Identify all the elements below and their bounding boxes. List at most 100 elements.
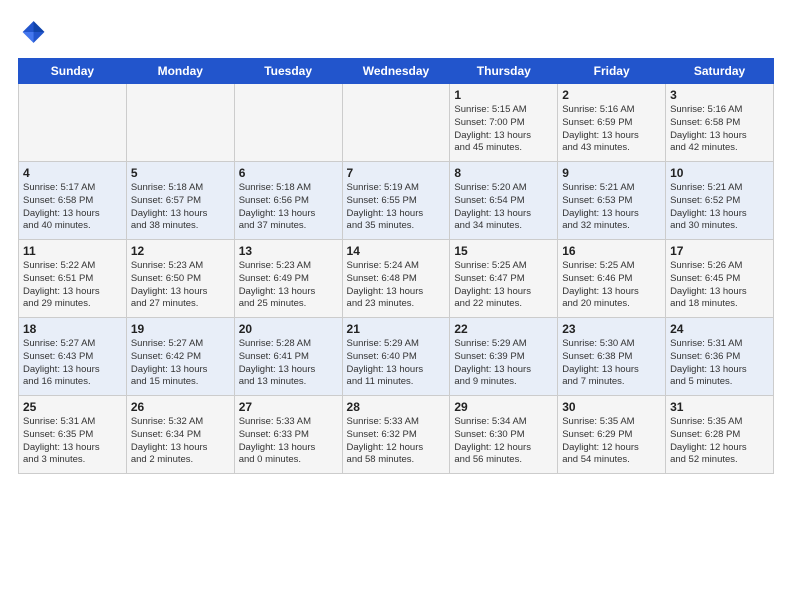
header-day-saturday: Saturday — [666, 59, 774, 84]
calendar-cell: 15 Sunrise: 5:25 AM Sunset: 6:47 PM Dayli… — [450, 240, 558, 318]
day-info: Sunrise: 5:33 AM Sunset: 6:32 PM Dayligh… — [347, 416, 446, 467]
calendar-cell: 22 Sunrise: 5:29 AM Sunset: 6:39 PM Dayli… — [450, 318, 558, 396]
day-number: 29 — [454, 400, 553, 414]
day-info: Sunrise: 5:24 AM Sunset: 6:48 PM Dayligh… — [347, 260, 446, 311]
page: SundayMondayTuesdayWednesdayThursdayFrid… — [0, 0, 792, 484]
day-number: 13 — [239, 244, 338, 258]
calendar-cell: 23 Sunrise: 5:30 AM Sunset: 6:38 PM Dayli… — [558, 318, 666, 396]
week-row-3: 11 Sunrise: 5:22 AM Sunset: 6:51 PM Dayli… — [19, 240, 774, 318]
calendar-cell: 12 Sunrise: 5:23 AM Sunset: 6:50 PM Dayli… — [126, 240, 234, 318]
day-info: Sunrise: 5:21 AM Sunset: 6:52 PM Dayligh… — [670, 182, 769, 233]
week-row-5: 25 Sunrise: 5:31 AM Sunset: 6:35 PM Dayli… — [19, 396, 774, 474]
calendar-cell: 3Sunrise: 5:16 AM Sunset: 6:58 PM Daylig… — [666, 84, 774, 162]
calendar-cell: 18Sunrise: 5:27 AM Sunset: 6:43 PM Dayli… — [19, 318, 127, 396]
day-number: 17 — [670, 244, 769, 258]
day-info: Sunrise: 5:33 AM Sunset: 6:33 PM Dayligh… — [239, 416, 338, 467]
day-number: 22 — [454, 322, 553, 336]
calendar-cell: 4 Sunrise: 5:17 AM Sunset: 6:58 PM Daylig… — [19, 162, 127, 240]
day-number: 15 — [454, 244, 553, 258]
day-number: 9 — [562, 166, 661, 180]
header-day-thursday: Thursday — [450, 59, 558, 84]
day-info: Sunrise: 5:15 AM Sunset: 7:00 PM Dayligh… — [454, 104, 553, 155]
calendar-cell: 7 Sunrise: 5:19 AM Sunset: 6:55 PM Daylig… — [342, 162, 450, 240]
day-number: 16 — [562, 244, 661, 258]
week-row-4: 18Sunrise: 5:27 AM Sunset: 6:43 PM Dayli… — [19, 318, 774, 396]
day-info: Sunrise: 5:35 AM Sunset: 6:28 PM Dayligh… — [670, 416, 769, 467]
day-number: 5 — [131, 166, 230, 180]
calendar-cell: 9Sunrise: 5:21 AM Sunset: 6:53 PM Daylig… — [558, 162, 666, 240]
day-number: 6 — [239, 166, 338, 180]
day-info: Sunrise: 5:18 AM Sunset: 6:56 PM Dayligh… — [239, 182, 338, 233]
day-info: Sunrise: 5:34 AM Sunset: 6:30 PM Dayligh… — [454, 416, 553, 467]
calendar-cell: 8Sunrise: 5:20 AM Sunset: 6:54 PM Daylig… — [450, 162, 558, 240]
day-info: Sunrise: 5:28 AM Sunset: 6:41 PM Dayligh… — [239, 338, 338, 389]
calendar-cell: 27Sunrise: 5:33 AM Sunset: 6:33 PM Dayli… — [234, 396, 342, 474]
day-info: Sunrise: 5:23 AM Sunset: 6:50 PM Dayligh… — [131, 260, 230, 311]
calendar-cell: 5 Sunrise: 5:18 AM Sunset: 6:57 PM Daylig… — [126, 162, 234, 240]
week-row-1: 1 Sunrise: 5:15 AM Sunset: 7:00 PM Daylig… — [19, 84, 774, 162]
calendar-cell — [19, 84, 127, 162]
calendar-cell: 20 Sunrise: 5:28 AM Sunset: 6:41 PM Dayli… — [234, 318, 342, 396]
day-number: 2 — [562, 88, 661, 102]
day-info: Sunrise: 5:16 AM Sunset: 6:59 PM Dayligh… — [562, 104, 661, 155]
calendar-cell: 21 Sunrise: 5:29 AM Sunset: 6:40 PM Dayli… — [342, 318, 450, 396]
header — [18, 18, 774, 46]
day-info: Sunrise: 5:29 AM Sunset: 6:40 PM Dayligh… — [347, 338, 446, 389]
day-info: Sunrise: 5:31 AM Sunset: 6:35 PM Dayligh… — [23, 416, 122, 467]
header-day-monday: Monday — [126, 59, 234, 84]
header-day-friday: Friday — [558, 59, 666, 84]
day-info: Sunrise: 5:27 AM Sunset: 6:42 PM Dayligh… — [131, 338, 230, 389]
calendar-cell: 24 Sunrise: 5:31 AM Sunset: 6:36 PM Dayli… — [666, 318, 774, 396]
logo-icon — [18, 18, 46, 46]
calendar-table: SundayMondayTuesdayWednesdayThursdayFrid… — [18, 58, 774, 474]
calendar-cell: 28 Sunrise: 5:33 AM Sunset: 6:32 PM Dayli… — [342, 396, 450, 474]
logo — [18, 18, 48, 46]
day-number: 23 — [562, 322, 661, 336]
calendar-cell: 17 Sunrise: 5:26 AM Sunset: 6:45 PM Dayli… — [666, 240, 774, 318]
day-number: 14 — [347, 244, 446, 258]
day-number: 20 — [239, 322, 338, 336]
day-number: 28 — [347, 400, 446, 414]
calendar-cell: 6 Sunrise: 5:18 AM Sunset: 6:56 PM Daylig… — [234, 162, 342, 240]
day-info: Sunrise: 5:25 AM Sunset: 6:46 PM Dayligh… — [562, 260, 661, 311]
calendar-cell: 30Sunrise: 5:35 AM Sunset: 6:29 PM Dayli… — [558, 396, 666, 474]
day-info: Sunrise: 5:17 AM Sunset: 6:58 PM Dayligh… — [23, 182, 122, 233]
day-number: 31 — [670, 400, 769, 414]
day-number: 19 — [131, 322, 230, 336]
day-info: Sunrise: 5:26 AM Sunset: 6:45 PM Dayligh… — [670, 260, 769, 311]
day-number: 8 — [454, 166, 553, 180]
day-info: Sunrise: 5:29 AM Sunset: 6:39 PM Dayligh… — [454, 338, 553, 389]
day-number: 21 — [347, 322, 446, 336]
calendar-cell: 16 Sunrise: 5:25 AM Sunset: 6:46 PM Dayli… — [558, 240, 666, 318]
header-day-sunday: Sunday — [19, 59, 127, 84]
day-number: 12 — [131, 244, 230, 258]
day-number: 25 — [23, 400, 122, 414]
calendar-cell: 1 Sunrise: 5:15 AM Sunset: 7:00 PM Daylig… — [450, 84, 558, 162]
day-info: Sunrise: 5:31 AM Sunset: 6:36 PM Dayligh… — [670, 338, 769, 389]
day-info: Sunrise: 5:30 AM Sunset: 6:38 PM Dayligh… — [562, 338, 661, 389]
day-number: 11 — [23, 244, 122, 258]
day-info: Sunrise: 5:19 AM Sunset: 6:55 PM Dayligh… — [347, 182, 446, 233]
header-day-wednesday: Wednesday — [342, 59, 450, 84]
day-number: 1 — [454, 88, 553, 102]
calendar-cell: 2 Sunrise: 5:16 AM Sunset: 6:59 PM Daylig… — [558, 84, 666, 162]
day-info: Sunrise: 5:22 AM Sunset: 6:51 PM Dayligh… — [23, 260, 122, 311]
calendar-cell — [234, 84, 342, 162]
calendar-cell: 31 Sunrise: 5:35 AM Sunset: 6:28 PM Dayli… — [666, 396, 774, 474]
day-info: Sunrise: 5:23 AM Sunset: 6:49 PM Dayligh… — [239, 260, 338, 311]
day-info: Sunrise: 5:18 AM Sunset: 6:57 PM Dayligh… — [131, 182, 230, 233]
day-info: Sunrise: 5:25 AM Sunset: 6:47 PM Dayligh… — [454, 260, 553, 311]
calendar-cell — [126, 84, 234, 162]
calendar-cell: 29 Sunrise: 5:34 AM Sunset: 6:30 PM Dayli… — [450, 396, 558, 474]
day-number: 24 — [670, 322, 769, 336]
calendar-cell: 19 Sunrise: 5:27 AM Sunset: 6:42 PM Dayli… — [126, 318, 234, 396]
week-row-2: 4 Sunrise: 5:17 AM Sunset: 6:58 PM Daylig… — [19, 162, 774, 240]
day-info: Sunrise: 5:16 AM Sunset: 6:58 PM Dayligh… — [670, 104, 769, 155]
calendar-cell: 14 Sunrise: 5:24 AM Sunset: 6:48 PM Dayli… — [342, 240, 450, 318]
calendar-cell — [342, 84, 450, 162]
day-info: Sunrise: 5:32 AM Sunset: 6:34 PM Dayligh… — [131, 416, 230, 467]
day-number: 4 — [23, 166, 122, 180]
day-number: 18 — [23, 322, 122, 336]
day-number: 7 — [347, 166, 446, 180]
day-info: Sunrise: 5:35 AM Sunset: 6:29 PM Dayligh… — [562, 416, 661, 467]
